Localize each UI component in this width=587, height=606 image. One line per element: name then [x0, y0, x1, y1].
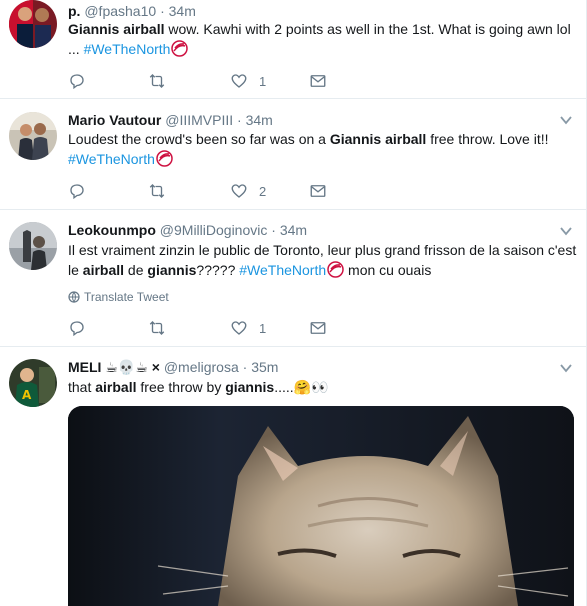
raptors-emoji-icon: [156, 150, 173, 167]
tweet-text: Loudest the crowd's been so far was on a…: [68, 129, 580, 169]
user-fullname[interactable]: Mario Vautour: [68, 112, 161, 128]
like-count: 1: [259, 320, 267, 336]
user-fullname[interactable]: MELI ☕💀☕ ×: [68, 359, 160, 375]
text-segment: le: [68, 262, 83, 278]
separator-dot: ·: [160, 3, 165, 19]
chevron-down-icon[interactable]: [559, 224, 573, 238]
raptors-emoji-icon: [327, 261, 344, 278]
hashtag-link[interactable]: #WeTheNorth: [239, 262, 326, 278]
direct-message-button[interactable]: [309, 318, 327, 338]
direct-message-button[interactable]: [309, 71, 327, 91]
tweet[interactable]: Mario Vautour @IIIMVPIII · 34m Loudest t…: [0, 99, 587, 210]
reply-icon: [70, 184, 84, 200]
svg-text:A: A: [22, 388, 32, 402]
highlight-term: Giannis airball: [68, 21, 165, 37]
translate-tweet-link[interactable]: Translate Tweet: [68, 289, 169, 305]
like-icon: [231, 321, 247, 335]
user-fullname[interactable]: p.: [68, 3, 80, 19]
tweet-media-video[interactable]: [68, 406, 574, 606]
separator-dot: ·: [242, 359, 248, 375]
tweet-text: Il est vraiment zinzin le public de Toro…: [68, 240, 580, 280]
highlight-term: giannis: [147, 262, 197, 278]
text-segment: ...: [68, 41, 84, 57]
direct-message-icon: [310, 75, 326, 87]
translate-label: Translate Tweet: [84, 290, 169, 304]
reply-button[interactable]: [68, 71, 86, 91]
text-segment: Loudest the crowd's been so far was on a: [68, 131, 330, 147]
tweet[interactable]: p. @fpasha10 · 34m Giannis airball wow. …: [0, 0, 587, 99]
text-segment: de: [124, 262, 148, 278]
user-handle[interactable]: @fpasha10: [84, 3, 156, 19]
highlight-term: airball: [82, 262, 125, 278]
retweet-icon: [149, 321, 165, 335]
avatar[interactable]: [9, 112, 57, 160]
reply-button[interactable]: [68, 181, 86, 201]
like-button[interactable]: 1: [230, 318, 266, 338]
globe-icon: [68, 291, 80, 303]
separator-dot: ·: [237, 112, 242, 128]
text-segment: .....🤗👀: [274, 379, 329, 395]
tweet-timestamp[interactable]: 34m: [246, 112, 273, 128]
raptors-emoji-icon: [171, 40, 189, 57]
text-segment: that: [68, 379, 96, 395]
hashtag-link[interactable]: #WeTheNorth: [84, 41, 171, 57]
cat-video-frame: [68, 406, 574, 606]
tweet-text: Giannis airball wow. Kawhi with 2 points…: [68, 19, 580, 59]
user-handle[interactable]: @9MilliDoginovic: [160, 222, 268, 238]
direct-message-icon: [310, 185, 326, 197]
text-segment: mon cu ouais: [344, 262, 432, 278]
user-handle[interactable]: @meligrosa: [164, 359, 239, 375]
user-fullname[interactable]: Leokounmpo: [68, 222, 156, 238]
tweet-timestamp[interactable]: 35m: [251, 359, 278, 375]
reply-icon: [70, 74, 84, 90]
like-icon: [231, 184, 247, 198]
highlight-term: airball: [95, 379, 137, 395]
like-count: 1: [259, 73, 267, 89]
user-handle[interactable]: @IIIMVPIII: [165, 112, 233, 128]
tweet-timeline: p. @fpasha10 · 34m Giannis airball wow. …: [0, 0, 587, 606]
retweet-button[interactable]: [148, 318, 166, 338]
retweet-icon: [149, 74, 165, 88]
text-segment: Il est vraiment zinzin le public de Toro…: [68, 242, 577, 258]
direct-message-icon: [310, 322, 326, 334]
avatar[interactable]: [9, 222, 57, 270]
chevron-down-icon[interactable]: [559, 113, 573, 127]
avatar[interactable]: A: [9, 359, 57, 407]
tweet[interactable]: Leokounmpo @9MilliDoginovic · 34m Il est…: [0, 210, 587, 347]
highlight-term: Giannis airball: [329, 131, 427, 147]
like-button[interactable]: 1: [230, 71, 266, 91]
like-button[interactable]: 2: [230, 181, 266, 201]
like-count: 2: [259, 183, 267, 199]
reply-button[interactable]: [68, 318, 86, 338]
tweet-timestamp[interactable]: 34m: [169, 3, 196, 19]
direct-message-button[interactable]: [309, 181, 327, 201]
text-segment: free throw. Love it!!: [426, 131, 549, 147]
avatar[interactable]: [9, 0, 57, 48]
tweet-timestamp[interactable]: 34m: [280, 222, 307, 238]
tweet-text: that airball free throw by giannis.....🤗…: [68, 377, 580, 397]
retweet-button[interactable]: [148, 181, 166, 201]
text-segment: free throw by: [136, 379, 226, 395]
retweet-icon: [149, 184, 165, 198]
hashtag-link[interactable]: #WeTheNorth: [68, 151, 155, 167]
chevron-down-icon[interactable]: [559, 361, 573, 375]
retweet-button[interactable]: [148, 71, 166, 91]
reply-icon: [70, 321, 84, 337]
separator-dot: ·: [271, 222, 276, 238]
text-segment: ?????: [196, 262, 240, 278]
like-icon: [231, 74, 247, 88]
text-segment: wow. Kawhi with 2 points as well in the …: [164, 21, 571, 37]
highlight-term: giannis: [225, 379, 275, 395]
